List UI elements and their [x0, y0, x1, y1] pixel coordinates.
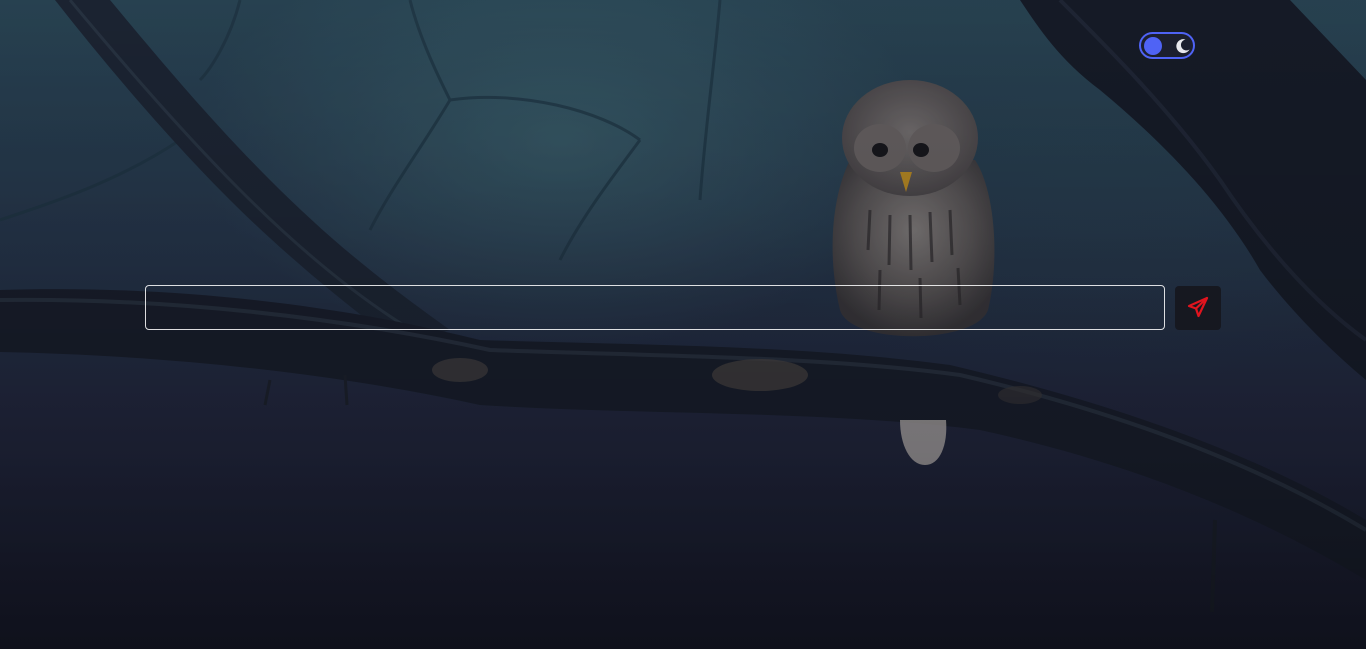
- theme-toggle[interactable]: [1139, 32, 1195, 59]
- send-button[interactable]: [1175, 286, 1221, 330]
- paper-plane-icon: [1186, 295, 1210, 322]
- moon-icon: [1174, 37, 1192, 55]
- message-input[interactable]: [145, 285, 1165, 330]
- circle-knob-icon: [1144, 37, 1162, 55]
- page: [0, 0, 1366, 649]
